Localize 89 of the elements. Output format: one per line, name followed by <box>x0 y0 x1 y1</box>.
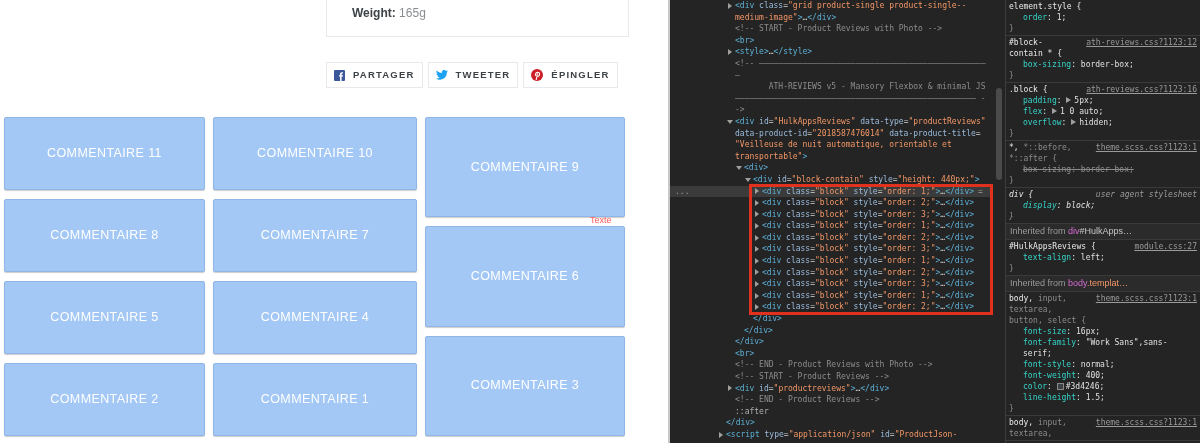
review-block: COMMENTAIRE 3 <box>425 335 625 436</box>
closing-tag: </div> <box>735 336 993 348</box>
dom-node[interactable]: <div class="block" style="order: 2;">…</div> <box>762 301 975 314</box>
closing-brace: } <box>1009 175 1015 186</box>
review-block: COMMENTAIRE 1 <box>213 363 417 436</box>
dom-node[interactable]: <div class="block" style="order: 3;">…</div> <box>762 243 975 256</box>
review-block: COMMENTAIRE 4 <box>213 281 417 354</box>
css-declaration[interactable]: order: 1; <box>1009 12 1197 23</box>
dom-node[interactable]: <div class="block" style="order: 2;">…</div> <box>762 197 975 209</box>
dom-node[interactable]: <div id="HulkAppsReviews" data-type="productReviews" data-product-id="2018587476014" data-product-title="Veilleuse de nuit automatique, orientable et transportable"> <box>735 115 993 163</box>
dom-node[interactable]: <br> <box>735 34 755 47</box>
overlay-label: Texte <box>590 215 612 225</box>
css-declaration[interactable]: font-weight: 400; <box>1009 370 1197 381</box>
css-selector: #HulkAppsReviews { <box>1009 241 1096 252</box>
review-block: COMMENTAIRE 5 <box>4 281 205 354</box>
review-block: COMMENTAIRE 6 <box>425 226 625 327</box>
dom-node[interactable]: <script type="application/json" id="ProductJson- <box>726 428 958 441</box>
css-declaration[interactable]: display: block; <box>1009 200 1197 211</box>
closing-brace: } <box>1009 23 1015 34</box>
css-selector: element.style { <box>1009 1 1082 12</box>
css-declaration[interactable]: color: #3d4246; <box>1009 381 1197 392</box>
css-declaration[interactable]: box-sizing: border-box; <box>1009 164 1197 175</box>
css-selector: div { <box>1009 189 1034 200</box>
html-comment[interactable]: <!-- END - Product Reviews --> <box>735 394 880 406</box>
css-declaration[interactable]: flex: 1 0 auto; <box>1009 106 1197 117</box>
bird-icon <box>435 70 448 80</box>
dom-node[interactable]: <div class="block" style="order: 1;">…</div> <box>762 255 975 267</box>
inherited-from-header: Inherited from body.templat… <box>1006 276 1200 292</box>
css-declaration[interactable]: font-size: 16px; <box>1009 326 1197 337</box>
stylesheet-origin: user agent stylesheet <box>1095 189 1197 200</box>
stylesheet-link[interactable]: ath-reviews.css?1123:12 <box>1086 37 1197 59</box>
dom-node[interactable]: <div class="block" style="order: 3;">…</div> <box>762 208 975 221</box>
dom-node[interactable]: <div class="block" style="order: 2;">…</div> <box>762 231 975 244</box>
css-selector: body, input, textarea, <box>1009 417 1067 439</box>
html-comment[interactable]: <!-- ——————————————————————————————————————————————— — ATH-REVIEWS v5 - Mansory Flexbox & minimal JS —————————————————————————————————————————————————— - -> <box>735 57 986 116</box>
dom-node[interactable]: <br> <box>735 347 755 360</box>
dom-node[interactable]: <div class="grid product-single product-single--medium-image">…</div> <box>735 0 993 24</box>
review-block: COMMENTAIRE 2 <box>4 363 205 436</box>
closing-tag: </div> <box>744 324 993 337</box>
closing-brace: } <box>1009 263 1015 274</box>
review-block: COMMENTAIRE 8 <box>4 199 205 272</box>
stylesheet-link[interactable]: theme.scss.css?1123:1 <box>1095 417 1197 439</box>
css-declaration[interactable]: line-height: 1.5; <box>1009 392 1197 403</box>
f-square-icon <box>334 69 345 81</box>
review-block: COMMENTAIRE 11 <box>4 117 205 190</box>
dom-node[interactable]: <div id="productreviews">…</div> <box>735 382 890 395</box>
css-selector: #block- contain * { <box>1009 37 1062 59</box>
inherited-from-header: Inherited from div#HulkApps… <box>1006 224 1200 240</box>
html-comment[interactable]: <!-- END - Product Reviews with Photo --> <box>735 359 933 371</box>
dom-node[interactable]: <div class="block" style="order: 3;">…</div> <box>762 278 975 290</box>
css-declaration[interactable]: padding: 5px; <box>1009 95 1197 106</box>
closing-brace: } <box>1009 211 1015 222</box>
scrollbar-thumb[interactable] <box>996 88 1002 180</box>
css-selector: body, input, textarea, button, select { <box>1009 293 1087 326</box>
dom-node[interactable]: <style>…</style> <box>735 46 813 58</box>
gutter-ellipsis: ... <box>675 185 690 198</box>
html-comment[interactable]: <!-- START - Product Reviews with Photo --> <box>735 23 943 35</box>
p-circle-icon <box>531 69 544 81</box>
selected-node-marker: = <box>978 185 983 198</box>
css-declaration[interactable]: box-sizing: border-box; <box>1009 59 1197 70</box>
closing-brace: } <box>1009 128 1015 139</box>
dom-node[interactable]: <div class="block" style="order: 2;">…</div> <box>762 266 975 279</box>
share-button[interactable]: PARTAGER <box>326 62 423 88</box>
color-swatch[interactable] <box>1056 383 1064 390</box>
dom-node[interactable]: <div class="block" style="order: 1;">…</div> <box>762 220 975 232</box>
review-block: COMMENTAIRE 9 <box>425 117 625 218</box>
share-button[interactable]: TWEETER <box>427 62 519 88</box>
pseudo-element-node[interactable]: ::after <box>735 405 769 418</box>
share-button[interactable]: ÉPINGLER <box>523 62 618 88</box>
css-declaration[interactable]: font-style: normal; <box>1009 359 1197 370</box>
css-selector: .block { <box>1009 84 1048 95</box>
css-declaration[interactable]: overflow: hidden; <box>1009 117 1197 128</box>
dom-node[interactable]: <div> <box>744 162 769 174</box>
html-comment[interactable]: <!-- START - Product Reviews --> <box>735 371 890 383</box>
weight-spec: Weight: 165g <box>352 7 426 20</box>
css-declaration[interactable]: font-family: "Work Sans",sans-serif; <box>1009 337 1197 359</box>
review-block: COMMENTAIRE 7 <box>213 199 417 272</box>
dom-node[interactable]: <div id="block-contain" style="height: 440px;"> <box>753 173 980 186</box>
review-block: COMMENTAIRE 10 <box>213 117 417 190</box>
stylesheet-link[interactable]: theme.scss.css?1123:1 <box>1095 293 1197 326</box>
closing-brace: } <box>1009 70 1015 81</box>
stylesheet-link[interactable]: theme.scss.css?1123:1 <box>1095 142 1197 164</box>
closing-brace: } <box>1009 403 1015 414</box>
stylesheet-link[interactable]: ath-reviews.css?1123:16 <box>1086 84 1197 95</box>
stylesheet-link[interactable]: module.css:27 <box>1134 241 1197 252</box>
dom-node[interactable]: <div class="block" style="order: 1;">…</div> <box>762 289 975 302</box>
dom-node[interactable]: <div class="block" style="order: 1;">…</div> <box>762 185 975 198</box>
closing-tag: </div> <box>726 417 993 429</box>
css-declaration[interactable]: text-align: left; <box>1009 252 1197 263</box>
